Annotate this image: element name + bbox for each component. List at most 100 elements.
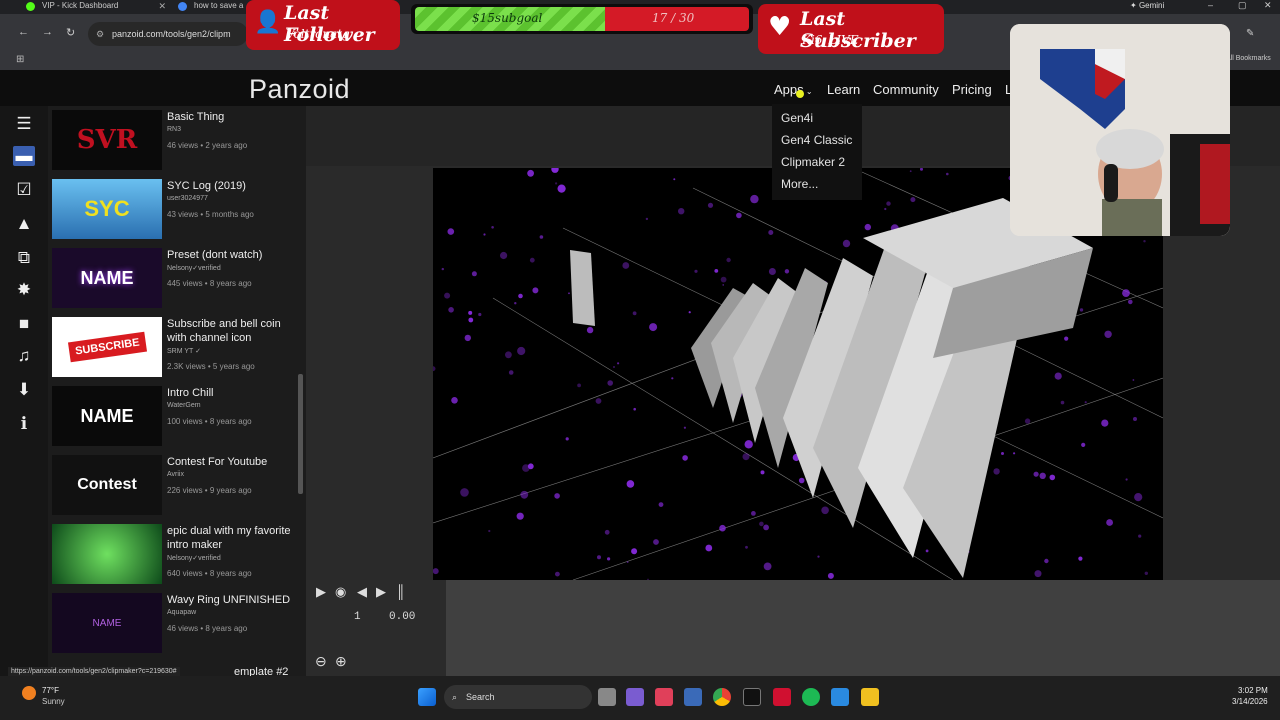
extensions-icon[interactable]: ✎ [1246,28,1254,39]
gemini-button[interactable]: ✦ Gemini [1130,1,1164,10]
app-icon[interactable] [626,688,644,706]
menu-item-gen4i[interactable]: Gen4i [781,111,813,125]
nav-community[interactable]: Community [873,82,939,97]
checklist-icon[interactable]: ☑ [14,180,34,200]
timeline-track[interactable] [446,580,1280,676]
menu-item-more[interactable]: More... [781,177,818,191]
waveform-icon[interactable]: ║ [396,584,405,599]
music-icon[interactable]: ♫ [14,346,34,366]
folder-icon[interactable]: ▬ [13,146,35,166]
url-input[interactable]: ⚙ panzoid.com/tools/gen2/clipm [88,22,248,46]
list-item[interactable]: NAME Wavy Ring UNFINISHED Aquapaw 46 vie… [52,589,302,655]
last-follower-name: Voltronatg [286,27,350,41]
nav-learn[interactable]: Learn [827,82,860,97]
list-item[interactable]: SYC SYC Log (2019) user3024977 43 views … [52,175,302,241]
list-item[interactable]: epic dual with my favorite intro maker N… [52,520,302,586]
spotify-icon[interactable] [802,688,820,706]
google-favicon-icon [178,2,187,11]
image-icon[interactable]: ▲ [14,214,34,234]
list-item[interactable]: SUBSCRIBE Subscribe and bell coin with c… [52,313,302,379]
capcut-icon[interactable] [743,688,761,706]
item-author[interactable]: SRM YT ✓ [167,347,201,355]
windows-start-icon[interactable] [418,688,436,706]
item-author[interactable]: Avriix [167,471,184,478]
minimize-icon[interactable]: – [1208,0,1213,10]
back-icon[interactable]: ← [18,26,29,38]
menu-item-clipmaker-2[interactable]: Clipmaker 2 [781,155,845,169]
clock-time[interactable]: 3:02 PM [1238,686,1268,695]
particle [517,346,526,356]
item-author[interactable]: user3024977 [167,195,208,202]
particle [520,490,529,499]
app-icon[interactable] [831,688,849,706]
item-author[interactable]: Nelsony✓verified [167,264,221,272]
item-author[interactable]: RN3 [167,126,181,133]
particle [622,262,630,269]
forward-icon[interactable]: → [42,26,53,38]
nav-pricing[interactable]: Pricing [952,82,992,97]
nav-apps[interactable]: Apps ⌄ [774,82,813,97]
menu-icon[interactable]: ☰ [14,114,34,134]
chrome-icon[interactable] [713,688,731,706]
list-item[interactable]: NAME Preset (dont watch) Nelsony✓verifie… [52,244,302,310]
particle [751,511,756,516]
time-counter: 0.00 [389,611,416,623]
weather-sun-icon[interactable] [22,686,36,700]
app-icon[interactable] [684,688,702,706]
cube-icon[interactable]: ⧉ [14,248,34,268]
reload-icon[interactable]: ↻ [66,26,75,39]
item-author[interactable]: Nelsony✓verified [167,554,221,562]
taskbar-search[interactable]: ⌕ Search [444,685,592,709]
template-list: SVR Basic Thing RN3 46 views • 2 years a… [48,106,306,676]
menu-item-gen4-classic[interactable]: Gen4 Classic [781,133,852,147]
clock-date[interactable]: 3/14/2026 [1232,697,1268,706]
list-item[interactable]: Contest Contest For Youtube Avriix 226 v… [52,451,302,517]
task-view-icon[interactable] [598,688,616,706]
list-item[interactable]: SVR Basic Thing RN3 46 views • 2 years a… [52,106,302,172]
thumbnail: NAME [52,248,162,308]
close-tab-icon[interactable]: ✕ [158,0,166,12]
camera-icon[interactable]: ■ [14,314,34,334]
effects-icon[interactable]: ✸ [14,280,34,300]
particle [1024,418,1031,424]
list-item[interactable]: NAME Intro Chill WaterGem 100 views • 8 … [52,382,302,448]
site-info-icon[interactable]: ⚙ [96,22,104,46]
apps-grid-icon[interactable]: ⊞ [16,54,24,65]
particle [631,548,638,555]
particle [763,562,772,571]
kick-favicon-icon [26,2,35,11]
particle [468,317,474,323]
particle [1133,417,1137,421]
info-icon[interactable]: ℹ [14,414,34,434]
weather-temp[interactable]: 77°F [42,686,59,695]
weather-desc[interactable]: Sunny [42,697,65,706]
tab-how-to-save[interactable]: how to save a [172,0,252,14]
item-author[interactable]: WaterGem [167,402,201,409]
app-icon[interactable] [773,688,791,706]
panzoid-logo[interactable]: Panzoid [249,74,350,105]
close-window-icon[interactable]: ✕ [1264,0,1272,11]
step-forward-icon[interactable]: ▶ [376,584,386,600]
particle [1013,452,1016,455]
particle [653,539,659,545]
maximize-icon[interactable]: ▢ [1238,0,1247,11]
particle [682,455,688,461]
item-title: Intro Chill [167,387,214,399]
zoom-out-icon[interactable]: ⊖ [315,653,327,670]
maps-icon[interactable] [655,688,673,706]
item-meta: 100 views • 8 years ago [167,417,252,426]
sidebar-scrollbar[interactable] [298,374,303,494]
particle [910,197,916,203]
item-title: Contest For Youtube [167,456,268,468]
eye-icon[interactable]: ◉ [335,584,346,600]
tab-kick-dashboard[interactable]: VIP - Kick Dashboard ✕ [20,0,170,14]
zoom-in-icon[interactable]: ⊕ [335,653,347,670]
download-render-icon[interactable]: ⬇ [14,380,34,400]
step-back-icon[interactable]: ◀ [357,584,367,600]
all-bookmarks-link[interactable]: All Bookmarks [1226,55,1271,62]
particle [554,493,560,499]
play-icon[interactable]: ▶ [316,584,326,600]
particle [658,502,664,507]
file-explorer-icon[interactable] [861,688,879,706]
item-author[interactable]: Aquapaw [167,609,196,616]
